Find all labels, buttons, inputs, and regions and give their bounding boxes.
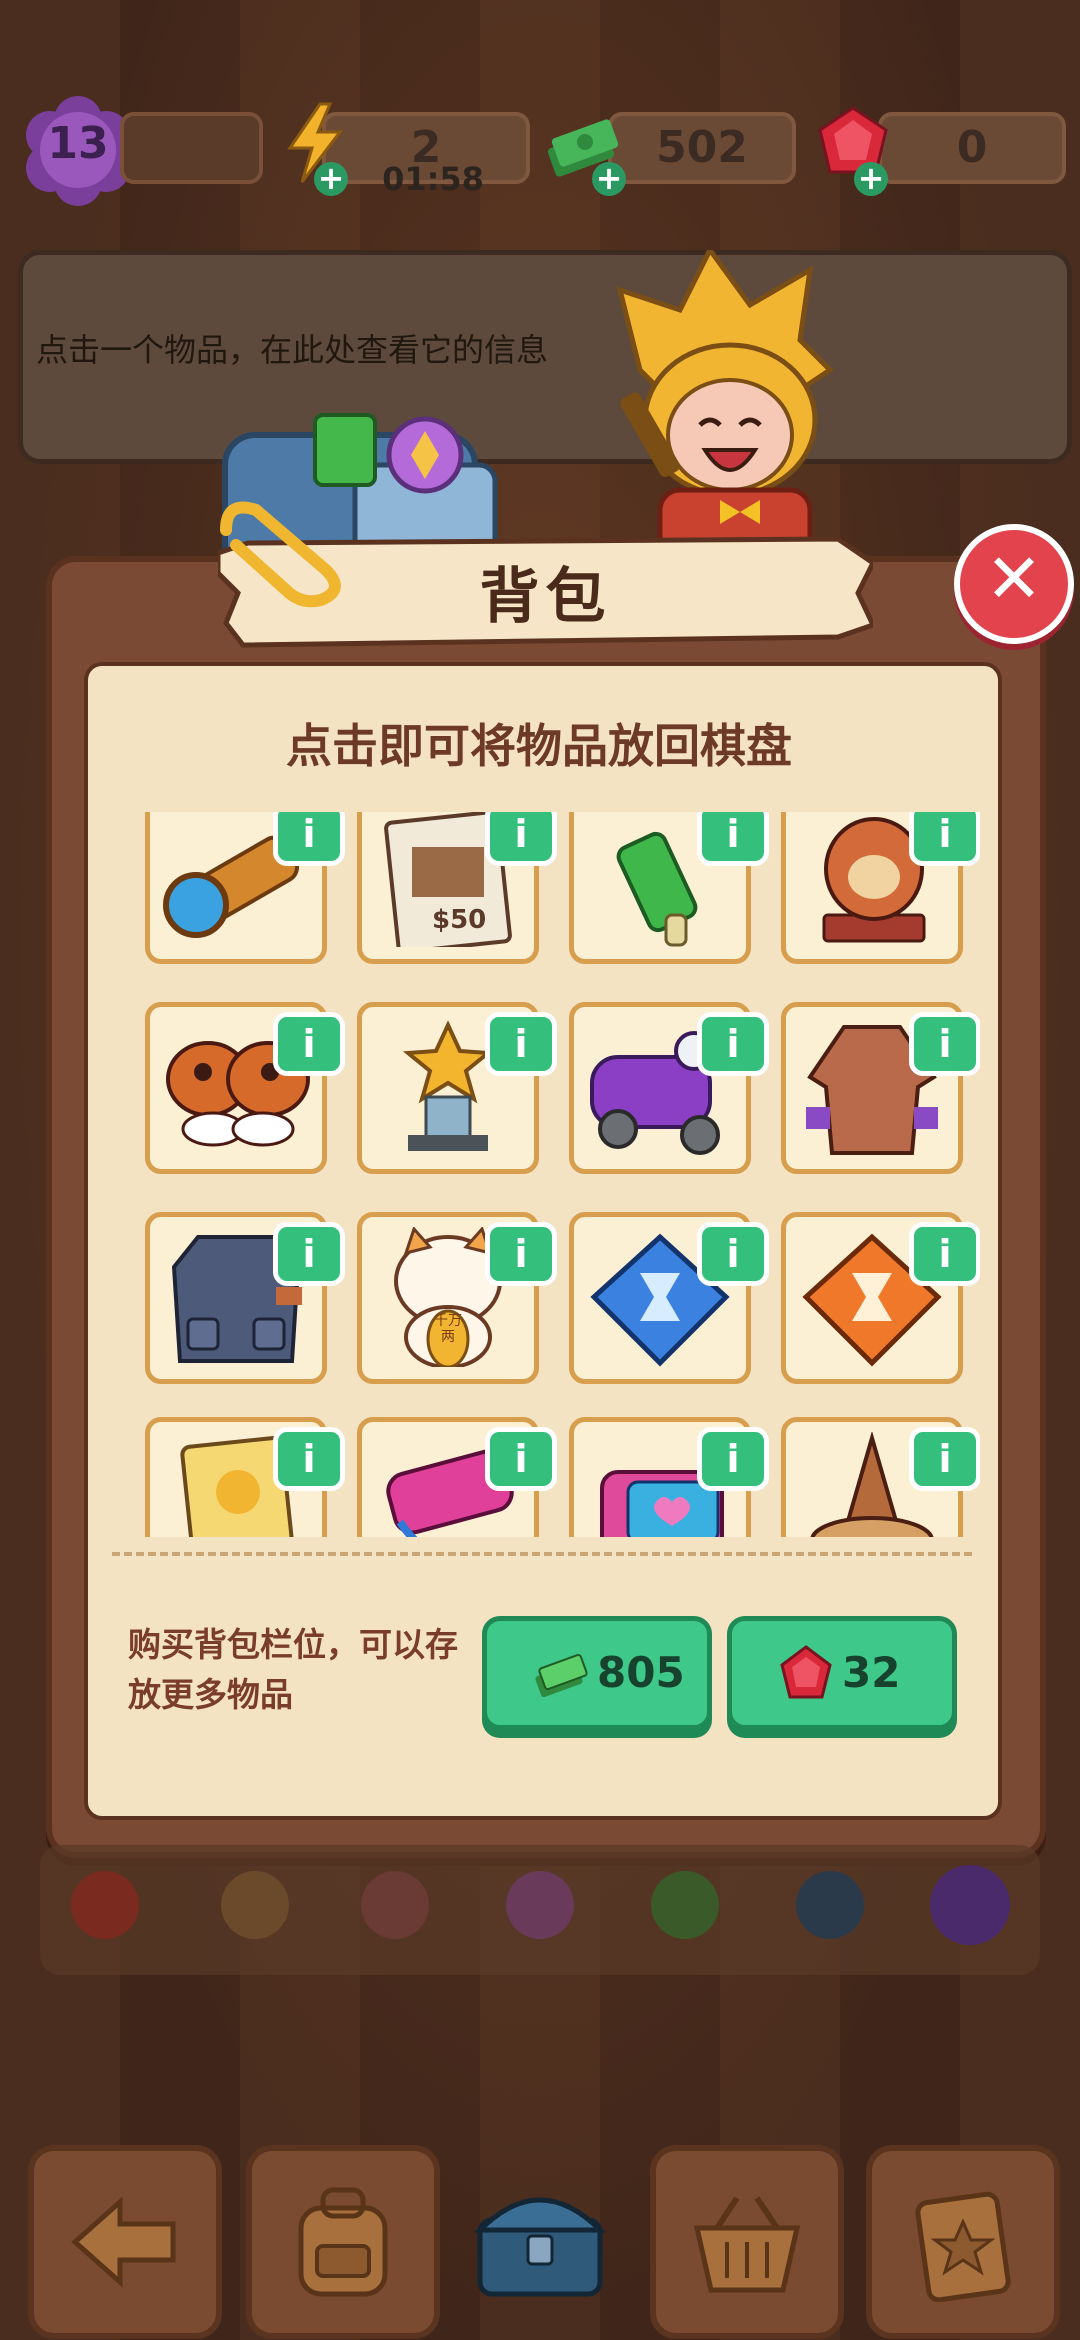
- item-info-button[interactable]: i: [273, 1222, 345, 1286]
- item-info-hint: 点击一个物品，在此处查看它的信息: [36, 331, 549, 369]
- item-info-button[interactable]: i: [909, 1427, 980, 1491]
- energy-timer: 01:58: [382, 160, 484, 198]
- close-icon: ✕: [985, 540, 1043, 619]
- back-button[interactable]: [28, 2145, 222, 2339]
- backpack-button[interactable]: [246, 2145, 440, 2339]
- item-info-button[interactable]: i: [273, 812, 345, 866]
- close-button[interactable]: ✕: [954, 524, 1074, 644]
- red-gem-icon: [780, 1645, 832, 1699]
- add-energy-button[interactable]: +: [314, 162, 348, 196]
- add-gem-button[interactable]: +: [854, 162, 888, 196]
- gem-value: 0: [956, 122, 988, 173]
- poster-price-text: $50: [432, 905, 487, 935]
- gem-counter: 0: [878, 112, 1066, 184]
- add-cash-button[interactable]: +: [592, 162, 626, 196]
- buy-slot-description: 购买背包栏位，可以存放更多物品: [128, 1625, 458, 1714]
- cash-stack-icon: [535, 1653, 588, 1698]
- item-info-button[interactable]: i: [909, 812, 980, 866]
- modal-subtitle: 点击即可将物品放回棋盘: [286, 719, 792, 773]
- backpack-item-grid[interactable]: i $50 i i i i i i i i 千万两 i i i i i i i: [140, 812, 980, 1537]
- item-info-button[interactable]: i: [909, 1222, 980, 1286]
- cash-value: 502: [656, 122, 748, 173]
- top-hud: 13 2 + 01:58 502 + 0 +: [0, 0, 1080, 206]
- basket-icon: [693, 2196, 801, 2293]
- section-divider: [112, 1552, 972, 1556]
- item-info-button[interactable]: i: [697, 1012, 769, 1076]
- item-info-button[interactable]: i: [485, 1427, 557, 1491]
- item-info-button[interactable]: i: [697, 1427, 769, 1491]
- treasure-chest-icon[interactable]: [470, 2180, 610, 2300]
- tasks-button[interactable]: [866, 2145, 1060, 2339]
- item-info-button[interactable]: i: [273, 1427, 345, 1491]
- buy-slot-cash-button[interactable]: 805: [482, 1616, 712, 1730]
- basket-button[interactable]: [650, 2145, 844, 2339]
- buy-slot-gem-button[interactable]: 32: [727, 1616, 957, 1730]
- buy-slot-cash-price: 805: [597, 1648, 685, 1697]
- back-arrow-icon: [71, 2196, 176, 2288]
- item-info-button[interactable]: i: [697, 1222, 769, 1286]
- lucky-cat-coin-text: 千万两: [434, 1313, 462, 1345]
- paperclip-decoration: [206, 490, 346, 610]
- item-info-button[interactable]: i: [697, 812, 769, 866]
- xp-progress-bar: [120, 112, 263, 184]
- item-info-button[interactable]: i: [485, 1222, 557, 1286]
- item-info-button[interactable]: i: [485, 1012, 557, 1076]
- backpack-icon: [298, 2187, 388, 2297]
- item-info-button[interactable]: i: [273, 1012, 345, 1076]
- board-row-behind-modal: [40, 1845, 1040, 1975]
- buy-slot-gem-price: 32: [842, 1648, 901, 1697]
- cash-counter: 502: [608, 112, 796, 184]
- item-info-button[interactable]: i: [485, 812, 557, 866]
- clipboard-star-icon: [915, 2191, 1011, 2302]
- hero-character: [600, 245, 870, 573]
- item-info-button[interactable]: i: [909, 1012, 980, 1076]
